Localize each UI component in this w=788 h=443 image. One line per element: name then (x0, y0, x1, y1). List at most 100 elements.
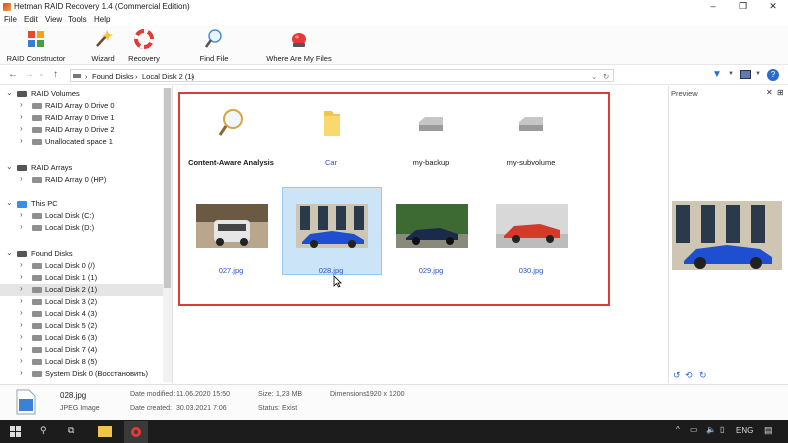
language-indicator[interactable]: ENG (736, 426, 753, 435)
chevron-down-icon[interactable]: ⌄ (6, 248, 13, 257)
folder-item[interactable]: Content-Aware Analysis (182, 108, 280, 167)
find-file-button[interactable]: Find File (196, 29, 232, 63)
dropdown-chevron-icon[interactable]: ⌄ (591, 72, 597, 81)
scrollbar-thumb[interactable] (164, 88, 171, 288)
tree-item[interactable]: › Local Disk 6 (3) (0, 332, 163, 344)
tree-item[interactable]: › Local Disk 3 (2) (0, 296, 163, 308)
chevron-right-icon[interactable]: › (20, 210, 23, 219)
chevron-right-icon[interactable]: › (20, 308, 23, 317)
back-arrow-icon[interactable]: ← (8, 69, 18, 80)
chevron-down-icon[interactable]: ⌄ (6, 198, 13, 207)
refresh-icon[interactable]: ↻ (603, 72, 609, 81)
tree-item[interactable]: › Local Disk 7 (4) (0, 344, 163, 356)
tree-item[interactable]: › Local Disk (D:) (0, 222, 163, 234)
close-button[interactable]: ✕ (760, 0, 786, 13)
windows-start-icon[interactable] (10, 426, 21, 437)
chevron-right-icon[interactable]: › (20, 100, 23, 109)
chevron-down-icon[interactable]: ▼ (728, 71, 734, 77)
tree-item[interactable]: › Local Disk 5 (2) (0, 320, 163, 332)
raid-icon (17, 91, 27, 97)
battery-icon[interactable]: ▯ (720, 425, 724, 434)
drive-icon (32, 115, 42, 121)
chevron-down-icon[interactable]: ⌄ (6, 88, 13, 97)
filter-icon[interactable]: ▼ (712, 69, 722, 80)
chevron-right-icon[interactable]: › (20, 320, 23, 329)
pin-icon[interactable]: ⊞ (777, 88, 784, 97)
tree-node-raid-volumes[interactable]: ⌄ RAID Volumes (0, 88, 163, 100)
chevron-right-icon[interactable]: › (20, 356, 23, 365)
chevron-right-icon[interactable]: › (20, 174, 23, 183)
menu-tools[interactable]: Tools (68, 15, 87, 24)
drive-icon (32, 275, 42, 281)
forward-arrow-icon[interactable]: → (24, 69, 34, 80)
tree-item[interactable]: › RAID Array 0 (HP) (0, 174, 163, 186)
up-arrow-icon[interactable]: ↑ (53, 69, 58, 80)
network-icon[interactable]: ▭ (690, 425, 698, 434)
chevron-right-icon[interactable]: › (20, 136, 23, 145)
wizard-button[interactable]: Wizard (88, 29, 118, 63)
magnifier-icon (204, 29, 222, 48)
chevron-right-icon[interactable]: › (20, 222, 23, 231)
notifications-icon[interactable]: ▤ (764, 425, 773, 436)
tree-scrollbar[interactable] (163, 88, 172, 382)
chevron-right-icon[interactable]: › (20, 124, 23, 133)
flip-icon[interactable]: ⟲ (685, 370, 693, 381)
chevron-down-icon[interactable]: ▼ (755, 71, 761, 77)
chevron-right-icon[interactable]: › (20, 296, 23, 305)
raid-constructor-button[interactable]: RAID Constructor (6, 29, 66, 63)
maximize-button[interactable]: ❐ (730, 0, 756, 13)
volume-icon[interactable]: 🔈 (706, 425, 716, 434)
file-explorer-icon[interactable] (98, 426, 112, 437)
breadcrumb[interactable]: › Found Disks › Local Disk 2 (1) › ⌄ ↻ (70, 69, 614, 82)
chevron-right-icon[interactable]: › (20, 260, 23, 269)
menu-edit[interactable]: Edit (24, 15, 38, 24)
dropdown-chevron-icon[interactable]: ⌄ (38, 69, 45, 78)
file-item[interactable]: 029.jpg (382, 204, 480, 276)
folder-item[interactable]: my-subvolume (482, 108, 580, 167)
chevron-right-icon[interactable]: › (20, 112, 23, 121)
rotate-left-icon[interactable]: ↺ (673, 370, 681, 381)
tree-node-raid-arrays[interactable]: ⌄ RAID Arrays (0, 162, 163, 174)
minimize-button[interactable]: – (700, 0, 726, 13)
chevron-right-icon[interactable]: › (20, 284, 23, 293)
search-icon[interactable]: ⚲ (40, 425, 47, 436)
address-bar: ← → ⌄ ↑ › Found Disks › Local Disk 2 (1)… (0, 66, 788, 85)
breadcrumb-local-disk-2[interactable]: Local Disk 2 (1) (142, 72, 194, 81)
chevron-right-icon[interactable]: › (20, 344, 23, 353)
breadcrumb-found-disks[interactable]: Found Disks (92, 72, 134, 81)
tree-item[interactable]: › Local Disk 0 (/) (0, 260, 163, 272)
tree-item[interactable]: › Local Disk (C:) (0, 210, 163, 222)
tree-node-found-disks[interactable]: ⌄ Found Disks (0, 248, 163, 260)
help-icon[interactable]: ? (767, 69, 779, 81)
folder-item[interactable]: Car (282, 108, 380, 167)
tree-item[interactable]: › Local Disk 1 (1) (0, 272, 163, 284)
chevron-right-icon[interactable]: › (20, 272, 23, 281)
chevron-right-icon[interactable]: › (20, 368, 23, 377)
tree-item[interactable]: › Local Disk 8 (5) (0, 356, 163, 368)
file-item-selected[interactable]: 028.jpg (282, 204, 380, 276)
where-are-my-files-button[interactable]: Where Are My Files (264, 29, 334, 63)
app-icon (3, 3, 11, 11)
tree-item[interactable]: › Unallocated space 1 (0, 136, 163, 148)
menu-file[interactable]: File (4, 15, 17, 24)
tree-item[interactable]: › Local Disk 4 (3) (0, 308, 163, 320)
chevron-right-icon[interactable]: › (20, 332, 23, 341)
tree-item[interactable]: › System Disk 0 (Восстановить) (0, 368, 163, 380)
menu-help[interactable]: Help (94, 15, 110, 24)
task-view-icon[interactable]: ⧉ (68, 425, 74, 436)
chevron-up-icon[interactable]: ^ (676, 425, 680, 434)
recovery-button[interactable]: Recovery (126, 29, 162, 63)
file-item[interactable]: 030.jpg (482, 204, 580, 276)
menu-view[interactable]: View (45, 15, 62, 24)
view-mode-icon[interactable] (740, 70, 751, 79)
tree-item-selected[interactable]: › Local Disk 2 (1) (0, 284, 163, 296)
tree-item[interactable]: › RAID Array 0 Drive 0 (0, 100, 163, 112)
file-item[interactable]: 027.jpg (182, 204, 280, 276)
chevron-down-icon[interactable]: ⌄ (6, 162, 13, 171)
folder-item[interactable]: my-backup (382, 108, 480, 167)
rotate-right-icon[interactable]: ↻ (699, 370, 707, 381)
tree-node-this-pc[interactable]: ⌄ This PC (0, 198, 163, 210)
tree-item[interactable]: › RAID Array 0 Drive 2 (0, 124, 163, 136)
close-icon[interactable]: ✕ (766, 88, 773, 97)
tree-item[interactable]: › RAID Array 0 Drive 1 (0, 112, 163, 124)
